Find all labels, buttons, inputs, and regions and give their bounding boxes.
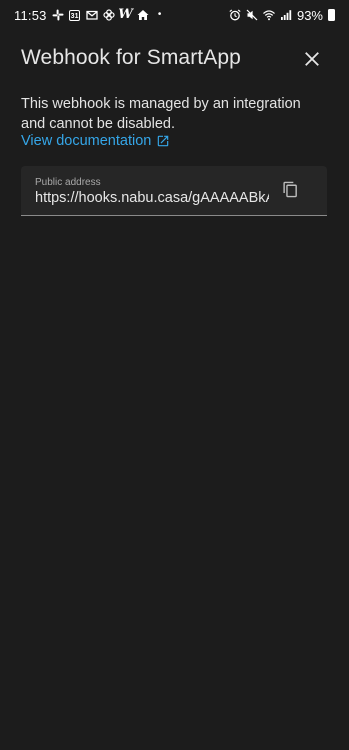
view-documentation-label: View documentation: [21, 133, 152, 149]
slack-icon: [52, 9, 64, 21]
public-address-label: Public address: [35, 177, 101, 188]
battery-icon: [328, 9, 335, 21]
calendar-day: 31: [69, 9, 81, 21]
status-bar: 11:53 31 W • 93%: [0, 0, 349, 30]
status-time: 11:53: [14, 7, 47, 23]
pinwheel-icon: [102, 9, 115, 21]
w-app-icon: W: [118, 7, 133, 22]
home-icon: [137, 9, 149, 21]
battery-percent: 93%: [296, 7, 323, 23]
gmail-icon: [85, 9, 98, 21]
calendar-icon: 31: [69, 9, 81, 21]
wifi-icon: [263, 9, 275, 21]
copy-button[interactable]: [279, 178, 301, 200]
signal-icon: [280, 9, 292, 21]
status-left: 11:53 31 W •: [14, 8, 166, 23]
alarm-icon: [229, 9, 241, 21]
dialog-title: Webhook for SmartApp: [21, 46, 241, 69]
notification-dot: •: [157, 9, 162, 20]
public-address-value[interactable]: https://hooks.nabu.casa/gAAAAABkANAk: [35, 190, 269, 206]
public-address-field[interactable]: Public address https://hooks.nabu.casa/g…: [21, 166, 327, 216]
dialog-description: This webhook is managed by an integratio…: [21, 96, 301, 132]
open-in-new-icon: [158, 135, 169, 147]
mute-icon: [246, 9, 258, 21]
status-right: 93%: [229, 8, 335, 23]
close-icon: [305, 52, 319, 66]
view-documentation-link[interactable]: View documentation: [21, 133, 170, 149]
copy-icon: [282, 181, 297, 197]
close-button[interactable]: [298, 45, 326, 73]
